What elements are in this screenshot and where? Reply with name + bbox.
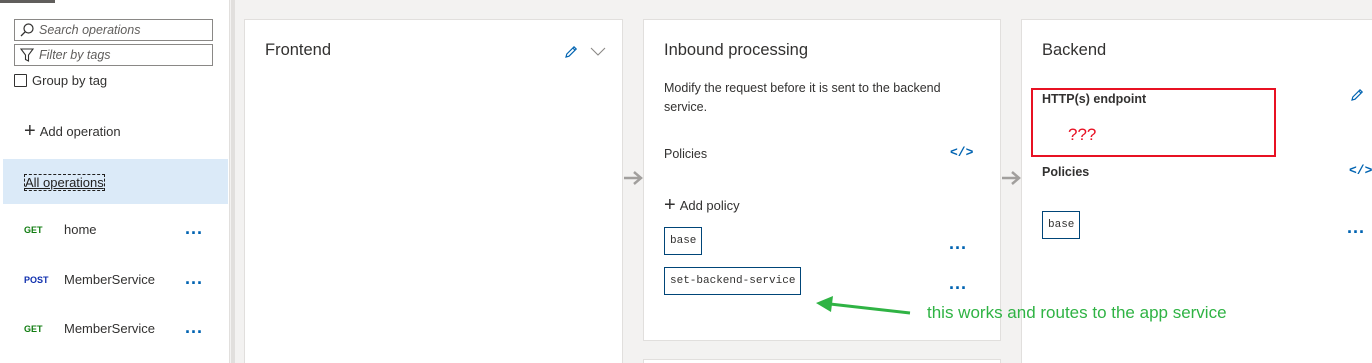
annotation-text: this works and routes to the app service <box>927 303 1227 322</box>
flow-arrow-right-icon <box>624 171 643 185</box>
annotation-arrow-icon <box>816 296 911 315</box>
flow-arrow-right-icon <box>1002 171 1021 185</box>
